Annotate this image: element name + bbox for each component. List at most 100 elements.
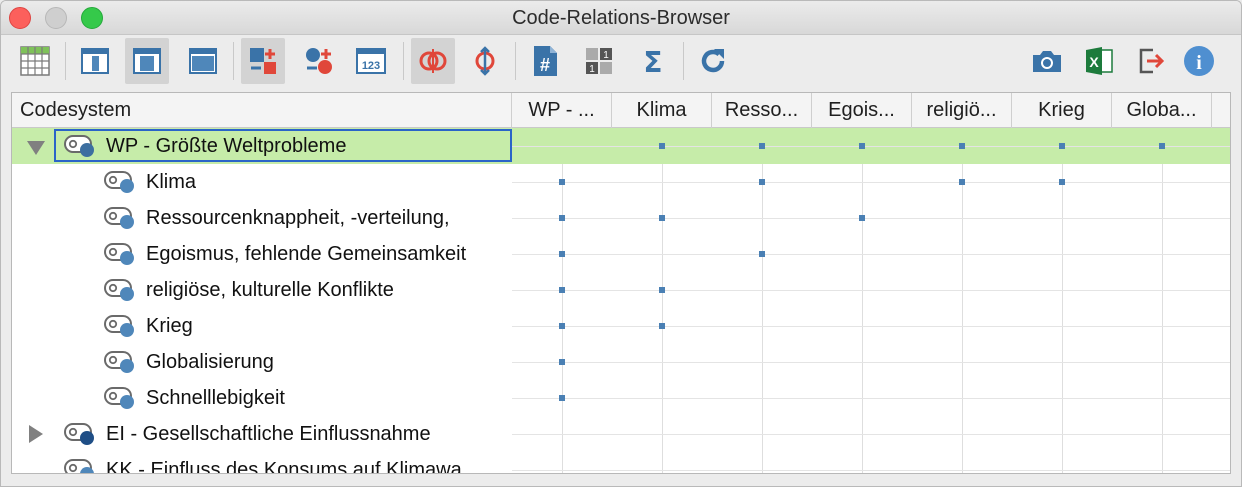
table-row[interactable]: KK - Einfluss des Konsums auf Klimawa: [12, 452, 1230, 474]
tree-cell: Krieg: [12, 308, 512, 344]
table-row[interactable]: WP - Größte Weltprobleme: [12, 128, 1230, 164]
relation-marker[interactable]: [1059, 179, 1065, 185]
tree-cell: Globalisierung: [12, 344, 512, 380]
svg-text:X: X: [1089, 54, 1099, 70]
code-icon: [104, 207, 134, 229]
column-header[interactable]: Globa...: [1112, 93, 1212, 128]
grid-view-button[interactable]: [13, 38, 57, 84]
relation-marker[interactable]: [559, 359, 565, 365]
disclosure-expanded-icon[interactable]: [27, 141, 45, 155]
grid-line: [512, 434, 1230, 435]
code-label: religiöse, kulturelle Konflikte: [146, 278, 394, 301]
excel-export-button[interactable]: X: [1077, 38, 1121, 84]
relation-marker[interactable]: [559, 395, 565, 401]
relation-marker[interactable]: [559, 215, 565, 221]
tree-cell: WP - Größte Weltprobleme: [12, 128, 512, 164]
sum-button[interactable]: Σ: [631, 38, 675, 84]
code-icon: [104, 243, 134, 265]
table-row[interactable]: Globalisierung: [12, 344, 1230, 380]
code-label: Krieg: [146, 314, 193, 337]
export-button[interactable]: [1129, 38, 1173, 84]
refresh-button[interactable]: [691, 38, 735, 84]
relation-marker[interactable]: [659, 323, 665, 329]
relation-marker[interactable]: [559, 323, 565, 329]
proximity-button[interactable]: [463, 38, 507, 84]
relation-marker[interactable]: [759, 179, 765, 185]
relation-marker[interactable]: [959, 179, 965, 185]
relation-marker[interactable]: [1059, 143, 1065, 149]
relation-marker[interactable]: [659, 215, 665, 221]
code-label: KK - Einfluss des Konsums auf Klimawa: [106, 458, 462, 474]
table-row[interactable]: religiöse, kulturelle Konflikte: [12, 272, 1230, 308]
overlap-button[interactable]: [411, 38, 455, 84]
binary-icon: 1 1: [586, 48, 612, 75]
code-icon: [104, 351, 134, 373]
panel-full-icon: [189, 48, 217, 74]
numbers-123-icon: 123: [356, 48, 386, 74]
table-row[interactable]: EI - Gesellschaftliche Einflussnahme: [12, 416, 1230, 452]
table-row[interactable]: Klima: [12, 164, 1230, 200]
circles-icon: [306, 48, 332, 74]
relation-marker[interactable]: [859, 143, 865, 149]
export-icon: [1139, 48, 1165, 74]
info-icon: i: [1184, 46, 1214, 76]
tree-cell: KK - Einfluss des Konsums auf Klimawa: [12, 452, 512, 474]
svg-text:#: #: [540, 55, 550, 75]
toolbar: 123 # 1 1 Σ X i: [1, 36, 1241, 88]
table-row[interactable]: Schnelllebigkeit: [12, 380, 1230, 416]
table-row[interactable]: Ressourcenknappheit, -verteilung,: [12, 200, 1230, 236]
column-header[interactable]: religiö...: [912, 93, 1012, 128]
relation-marker[interactable]: [1159, 143, 1165, 149]
column-header[interactable]: Krieg: [1012, 93, 1112, 128]
column-header-codesystem[interactable]: Codesystem: [12, 93, 512, 128]
relation-marker[interactable]: [559, 287, 565, 293]
code-icon: [64, 459, 94, 473]
column-header[interactable]: Klima: [612, 93, 712, 128]
relation-marker[interactable]: [559, 179, 565, 185]
disclosure-collapsed-icon[interactable]: [29, 425, 43, 443]
binary-button[interactable]: 1 1: [577, 38, 621, 84]
numbers-view-button[interactable]: 123: [349, 38, 393, 84]
code-icon: [104, 387, 134, 409]
grid-line: [512, 290, 1230, 291]
svg-text:i: i: [1196, 52, 1202, 74]
selection-outline: [54, 129, 512, 162]
layout-center-button[interactable]: [125, 38, 169, 84]
grid-line: [512, 470, 1230, 471]
code-icon: [104, 315, 134, 337]
layout-left-button[interactable]: [73, 38, 117, 84]
relation-marker[interactable]: [659, 143, 665, 149]
table-row[interactable]: Krieg: [12, 308, 1230, 344]
column-header[interactable]: Resso...: [712, 93, 812, 128]
overlap-icon: [419, 49, 447, 73]
hash-button[interactable]: #: [523, 38, 567, 84]
grid-line: [512, 362, 1230, 363]
symbol-squares-button[interactable]: [241, 38, 285, 84]
hash-icon: #: [534, 46, 557, 76]
symbol-circles-button[interactable]: [297, 38, 341, 84]
relation-marker[interactable]: [959, 143, 965, 149]
relation-marker[interactable]: [659, 287, 665, 293]
grid-line: [512, 326, 1230, 327]
column-header[interactable]: Egois...: [812, 93, 912, 128]
svg-text:Σ: Σ: [643, 46, 662, 76]
column-header[interactable]: WP - ...: [512, 93, 612, 128]
layout-full-button[interactable]: [181, 38, 225, 84]
tree-cell: Ressourcenknappheit, -verteilung,: [12, 200, 512, 236]
grid-line: [512, 398, 1230, 399]
column-header[interactable]: S: [1212, 93, 1230, 128]
proximity-icon: [475, 46, 495, 76]
relation-marker[interactable]: [559, 251, 565, 257]
code-label: Schnelllebigkeit: [146, 386, 285, 409]
relation-marker[interactable]: [759, 251, 765, 257]
info-button[interactable]: i: [1177, 38, 1221, 84]
relation-marker[interactable]: [759, 143, 765, 149]
code-relations-table: Codesystem WP - ... Klima Resso... Egois...…: [11, 92, 1231, 474]
table-row[interactable]: Egoismus, fehlende Gemeinsamkeit: [12, 236, 1230, 272]
grid-line: [512, 254, 1230, 255]
relation-marker[interactable]: [859, 215, 865, 221]
screenshot-button[interactable]: [1025, 38, 1069, 84]
svg-text:123: 123: [362, 60, 380, 72]
camera-icon: [1033, 51, 1061, 72]
tree-cell: religiöse, kulturelle Konflikte: [12, 272, 512, 308]
